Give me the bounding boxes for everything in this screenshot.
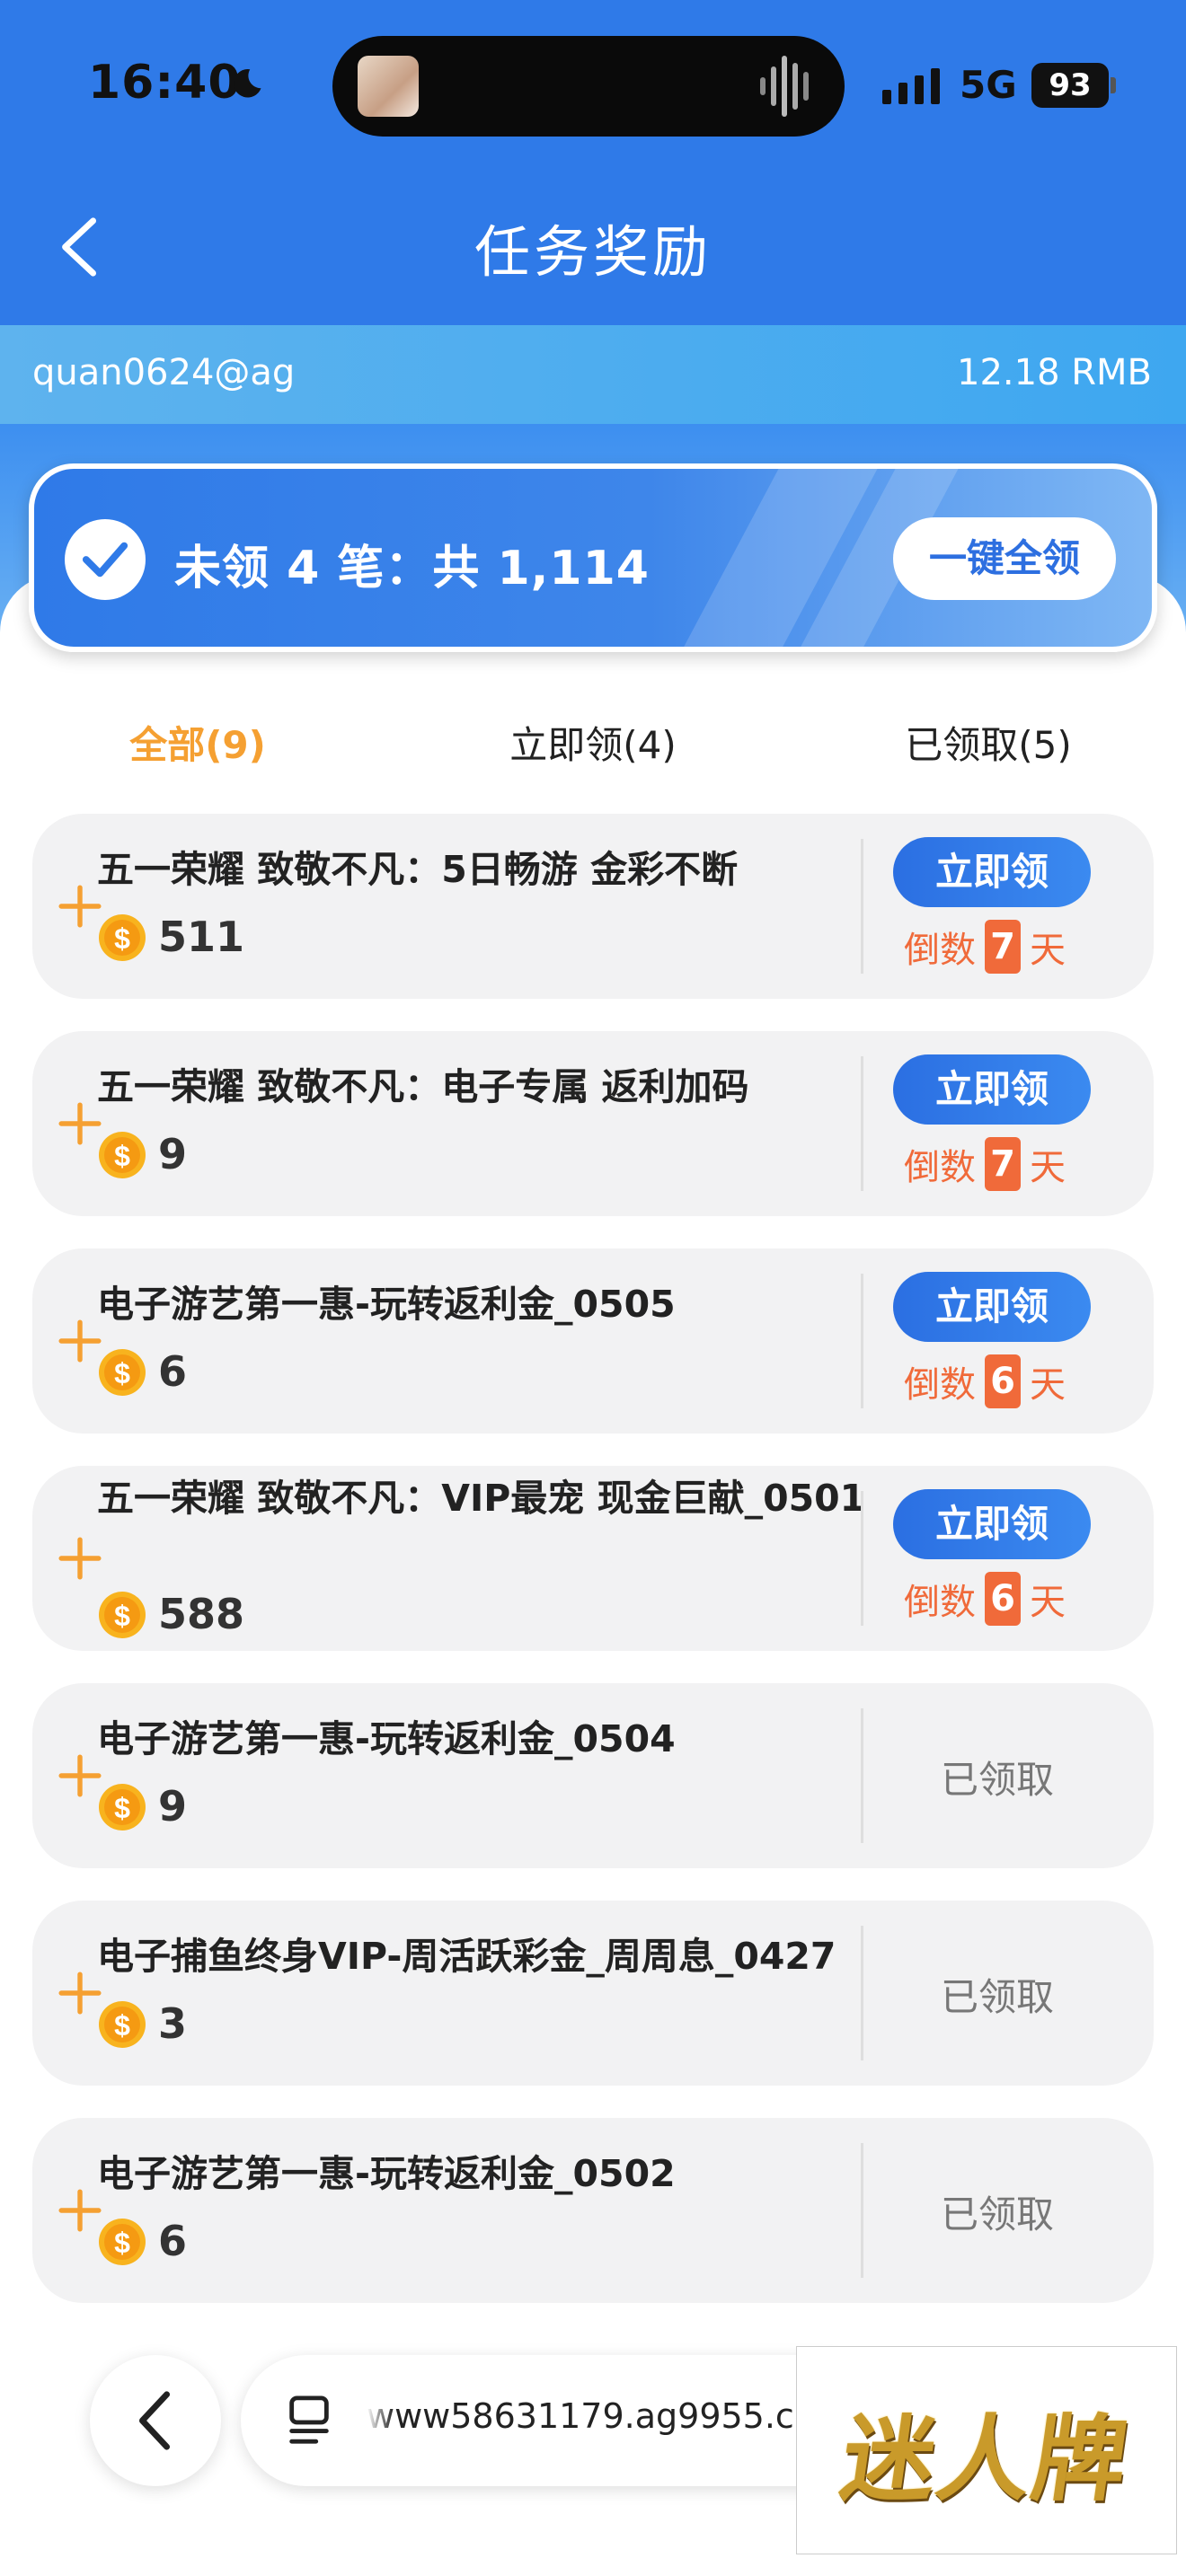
countdown-days: 7	[985, 920, 1021, 974]
card-divider	[861, 1056, 863, 1191]
plus-icon[interactable]	[58, 1536, 102, 1581]
moon-icon	[233, 69, 261, 98]
plus-icon[interactable]	[58, 2188, 102, 2233]
status-time: 16:40	[88, 56, 242, 110]
countdown-prefix: 倒数	[904, 930, 976, 971]
plus-icon[interactable]	[58, 1319, 102, 1363]
task-title: 五一荣耀 致敬不凡：电子专属 返利加码	[97, 1065, 749, 1108]
check-icon	[82, 542, 128, 578]
countdown: 倒数 7 天	[904, 920, 1066, 974]
coin-icon: $	[99, 2219, 146, 2265]
task-amount: 511	[158, 913, 245, 961]
reader-icon	[289, 2395, 329, 2444]
countdown-days: 6	[985, 1572, 1021, 1626]
tab-claimed[interactable]: 已领取(5)	[836, 715, 1141, 770]
audio-wave-icon	[760, 56, 809, 117]
task-title: 电子游艺第一惠-玩转返利金_0504	[97, 1717, 676, 1760]
card-divider	[861, 1274, 863, 1408]
countdown-suffix: 天	[1030, 1364, 1066, 1406]
task-title: 电子游艺第一惠-玩转返利金_0502	[97, 2152, 676, 2195]
card-divider	[861, 839, 863, 974]
task-title: 五一荣耀 致敬不凡：5日畅游 金彩不断	[97, 848, 739, 891]
countdown: 倒数 7 天	[904, 1137, 1066, 1191]
task-amount: 6	[158, 2217, 188, 2265]
svg-text:$: $	[114, 2227, 130, 2259]
svg-text:$: $	[114, 922, 130, 955]
username: quan0624@ag	[32, 352, 296, 393]
svg-text:$: $	[114, 1357, 130, 1389]
network-type: 5G	[960, 63, 1017, 107]
claim-button[interactable]: 立即领	[893, 1489, 1091, 1559]
svg-text:$: $	[114, 1140, 130, 1172]
url-fade	[367, 2389, 394, 2452]
task-amount: 3	[158, 1999, 188, 2048]
plus-icon[interactable]	[58, 1971, 102, 2016]
task-title: 电子捕鱼终身VIP-周活跃彩金_周周息_0427	[97, 1935, 836, 1978]
countdown-prefix: 倒数	[904, 1147, 976, 1188]
card-divider	[861, 1708, 863, 1843]
battery-indicator: 93	[1031, 63, 1109, 108]
countdown-prefix: 倒数	[904, 1364, 976, 1406]
battery-cap	[1111, 77, 1116, 93]
unclaimed-summary: 未领 4 笔：共 1,114	[174, 542, 650, 595]
plus-icon[interactable]	[58, 1101, 102, 1146]
chevron-left-icon	[138, 2391, 171, 2450]
url-text: www58631179.ag9955.com	[367, 2396, 798, 2436]
page-title: 任务奖励	[474, 219, 712, 285]
task-title: 电子游艺第一惠-玩转返利金_0505	[97, 1283, 676, 1326]
claimed-status: 已领取	[940, 1758, 1054, 1802]
watermark-logo: 迷人牌	[796, 2346, 1177, 2554]
claim-button[interactable]: 立即领	[893, 1054, 1091, 1125]
svg-text:$: $	[114, 2009, 130, 2042]
countdown-prefix: 倒数	[904, 1582, 976, 1623]
countdown-suffix: 天	[1030, 1147, 1066, 1188]
media-thumbnail	[358, 56, 419, 117]
countdown-days: 7	[985, 1137, 1021, 1191]
task-amount: 9	[158, 1130, 188, 1178]
claimed-status: 已领取	[940, 1975, 1054, 2019]
status-bar: 16:40 5G 93	[0, 0, 1186, 171]
task-title: 五一荣耀 致敬不凡：VIP最宠 现金巨献_0501	[97, 1477, 866, 1520]
card-divider	[861, 1491, 863, 1626]
countdown-days: 6	[985, 1354, 1021, 1408]
plus-icon[interactable]	[58, 1753, 102, 1798]
countdown-suffix: 天	[1030, 930, 1066, 971]
task-amount: 6	[158, 1347, 188, 1396]
coin-icon: $	[99, 2001, 146, 2048]
task-amount: 9	[158, 1782, 188, 1831]
signal-icon	[882, 68, 940, 104]
coin-icon: $	[99, 1349, 146, 1396]
tab-all[interactable]: 全部(9)	[45, 715, 350, 770]
coin-icon: $	[99, 1132, 146, 1178]
task-amount: 588	[158, 1590, 245, 1638]
coin-icon: $	[99, 1592, 146, 1638]
coin-icon: $	[99, 1784, 146, 1831]
balance: 12.18 RMB	[957, 352, 1152, 393]
claim-button[interactable]: 立即领	[893, 1272, 1091, 1342]
countdown: 倒数 6 天	[904, 1572, 1066, 1626]
svg-text:$: $	[114, 1600, 130, 1632]
card-divider	[861, 1926, 863, 2060]
coin-icon: $	[99, 914, 146, 961]
countdown-suffix: 天	[1030, 1582, 1066, 1623]
claim-all-button[interactable]: 一键全领	[893, 517, 1116, 600]
countdown: 倒数 6 天	[904, 1354, 1066, 1408]
watermark-text: 迷人牌	[835, 2403, 1137, 2514]
plus-icon[interactable]	[58, 884, 102, 929]
card-divider	[861, 2143, 863, 2278]
claimed-status: 已领取	[940, 2192, 1054, 2236]
claim-button[interactable]: 立即领	[893, 837, 1091, 907]
svg-text:$: $	[114, 1792, 130, 1824]
tab-claimable[interactable]: 立即领(4)	[440, 715, 746, 770]
